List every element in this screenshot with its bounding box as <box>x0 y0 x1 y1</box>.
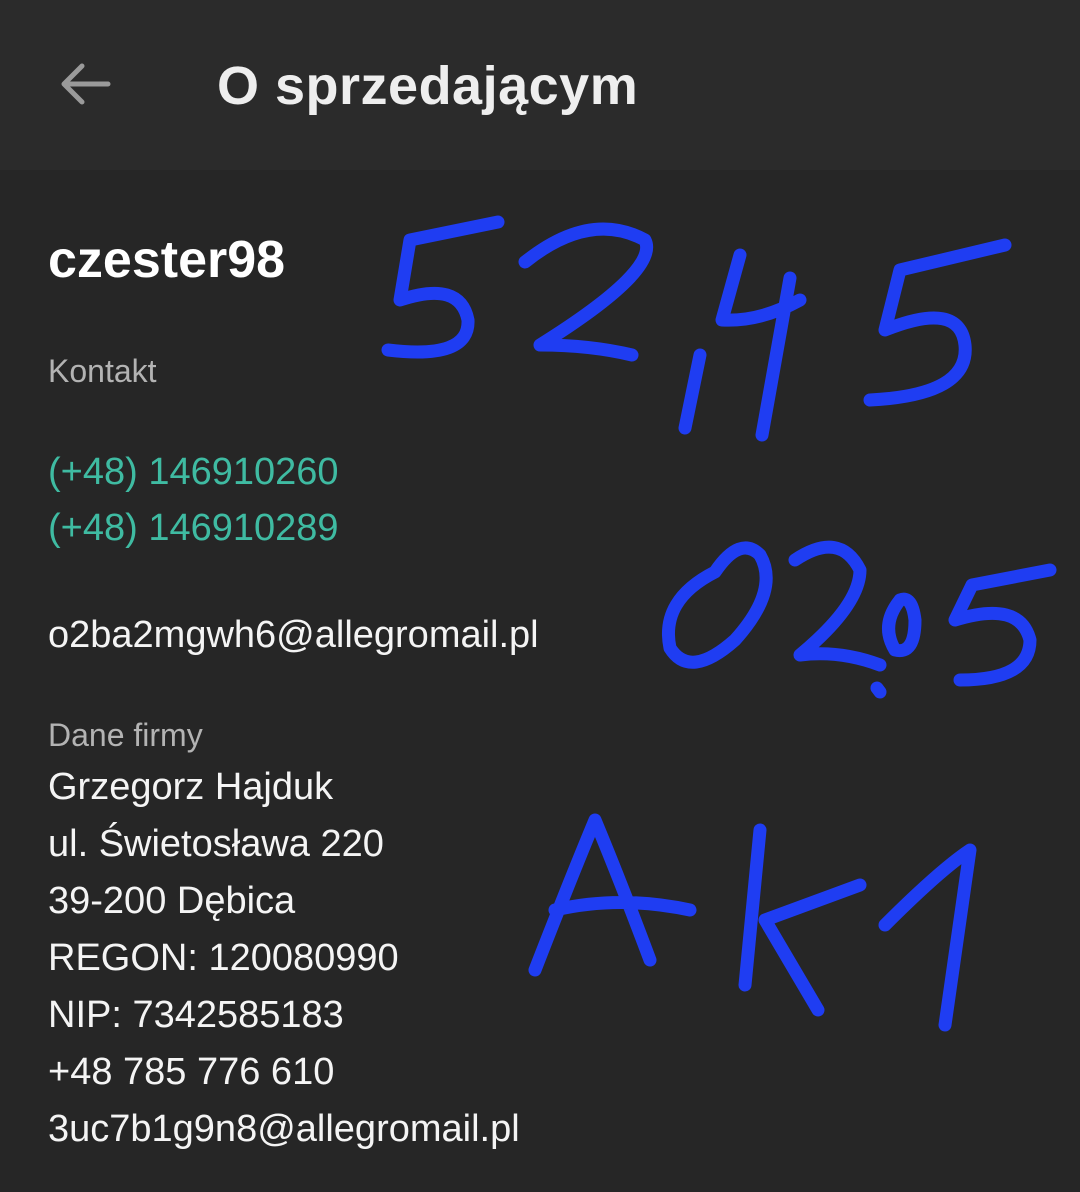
seller-name: czester98 <box>48 231 286 289</box>
company-street: ul. Świetosława 220 <box>48 823 384 865</box>
company-email[interactable]: 3uc7b1g9n8@allegromail.pl <box>48 1108 520 1151</box>
company-regon: REGON: 120080990 <box>48 937 399 979</box>
company-nip: NIP: 7342585183 <box>48 994 344 1036</box>
arrow-left-icon <box>61 63 111 105</box>
company-section-label: Dane firmy <box>48 717 203 753</box>
company-phone[interactable]: +48 785 776 610 <box>48 1051 334 1094</box>
phone-link-1[interactable]: (+48) 146910260 <box>48 451 339 494</box>
page-title: O sprzedającym <box>217 56 639 116</box>
email-link[interactable]: o2ba2mgwh6@allegromail.pl <box>48 614 539 657</box>
company-owner-name: Grzegorz Hajduk <box>48 766 334 808</box>
contact-section-label: Kontakt <box>48 353 157 389</box>
seller-info-content: czester98 Kontakt (+48) 146910260 (+48) … <box>0 170 1080 1192</box>
company-city: 39-200 Dębica <box>48 880 296 922</box>
phone-link-2[interactable]: (+48) 146910289 <box>48 507 339 550</box>
top-app-bar: O sprzedającym <box>0 0 1080 170</box>
back-button[interactable] <box>44 44 124 124</box>
